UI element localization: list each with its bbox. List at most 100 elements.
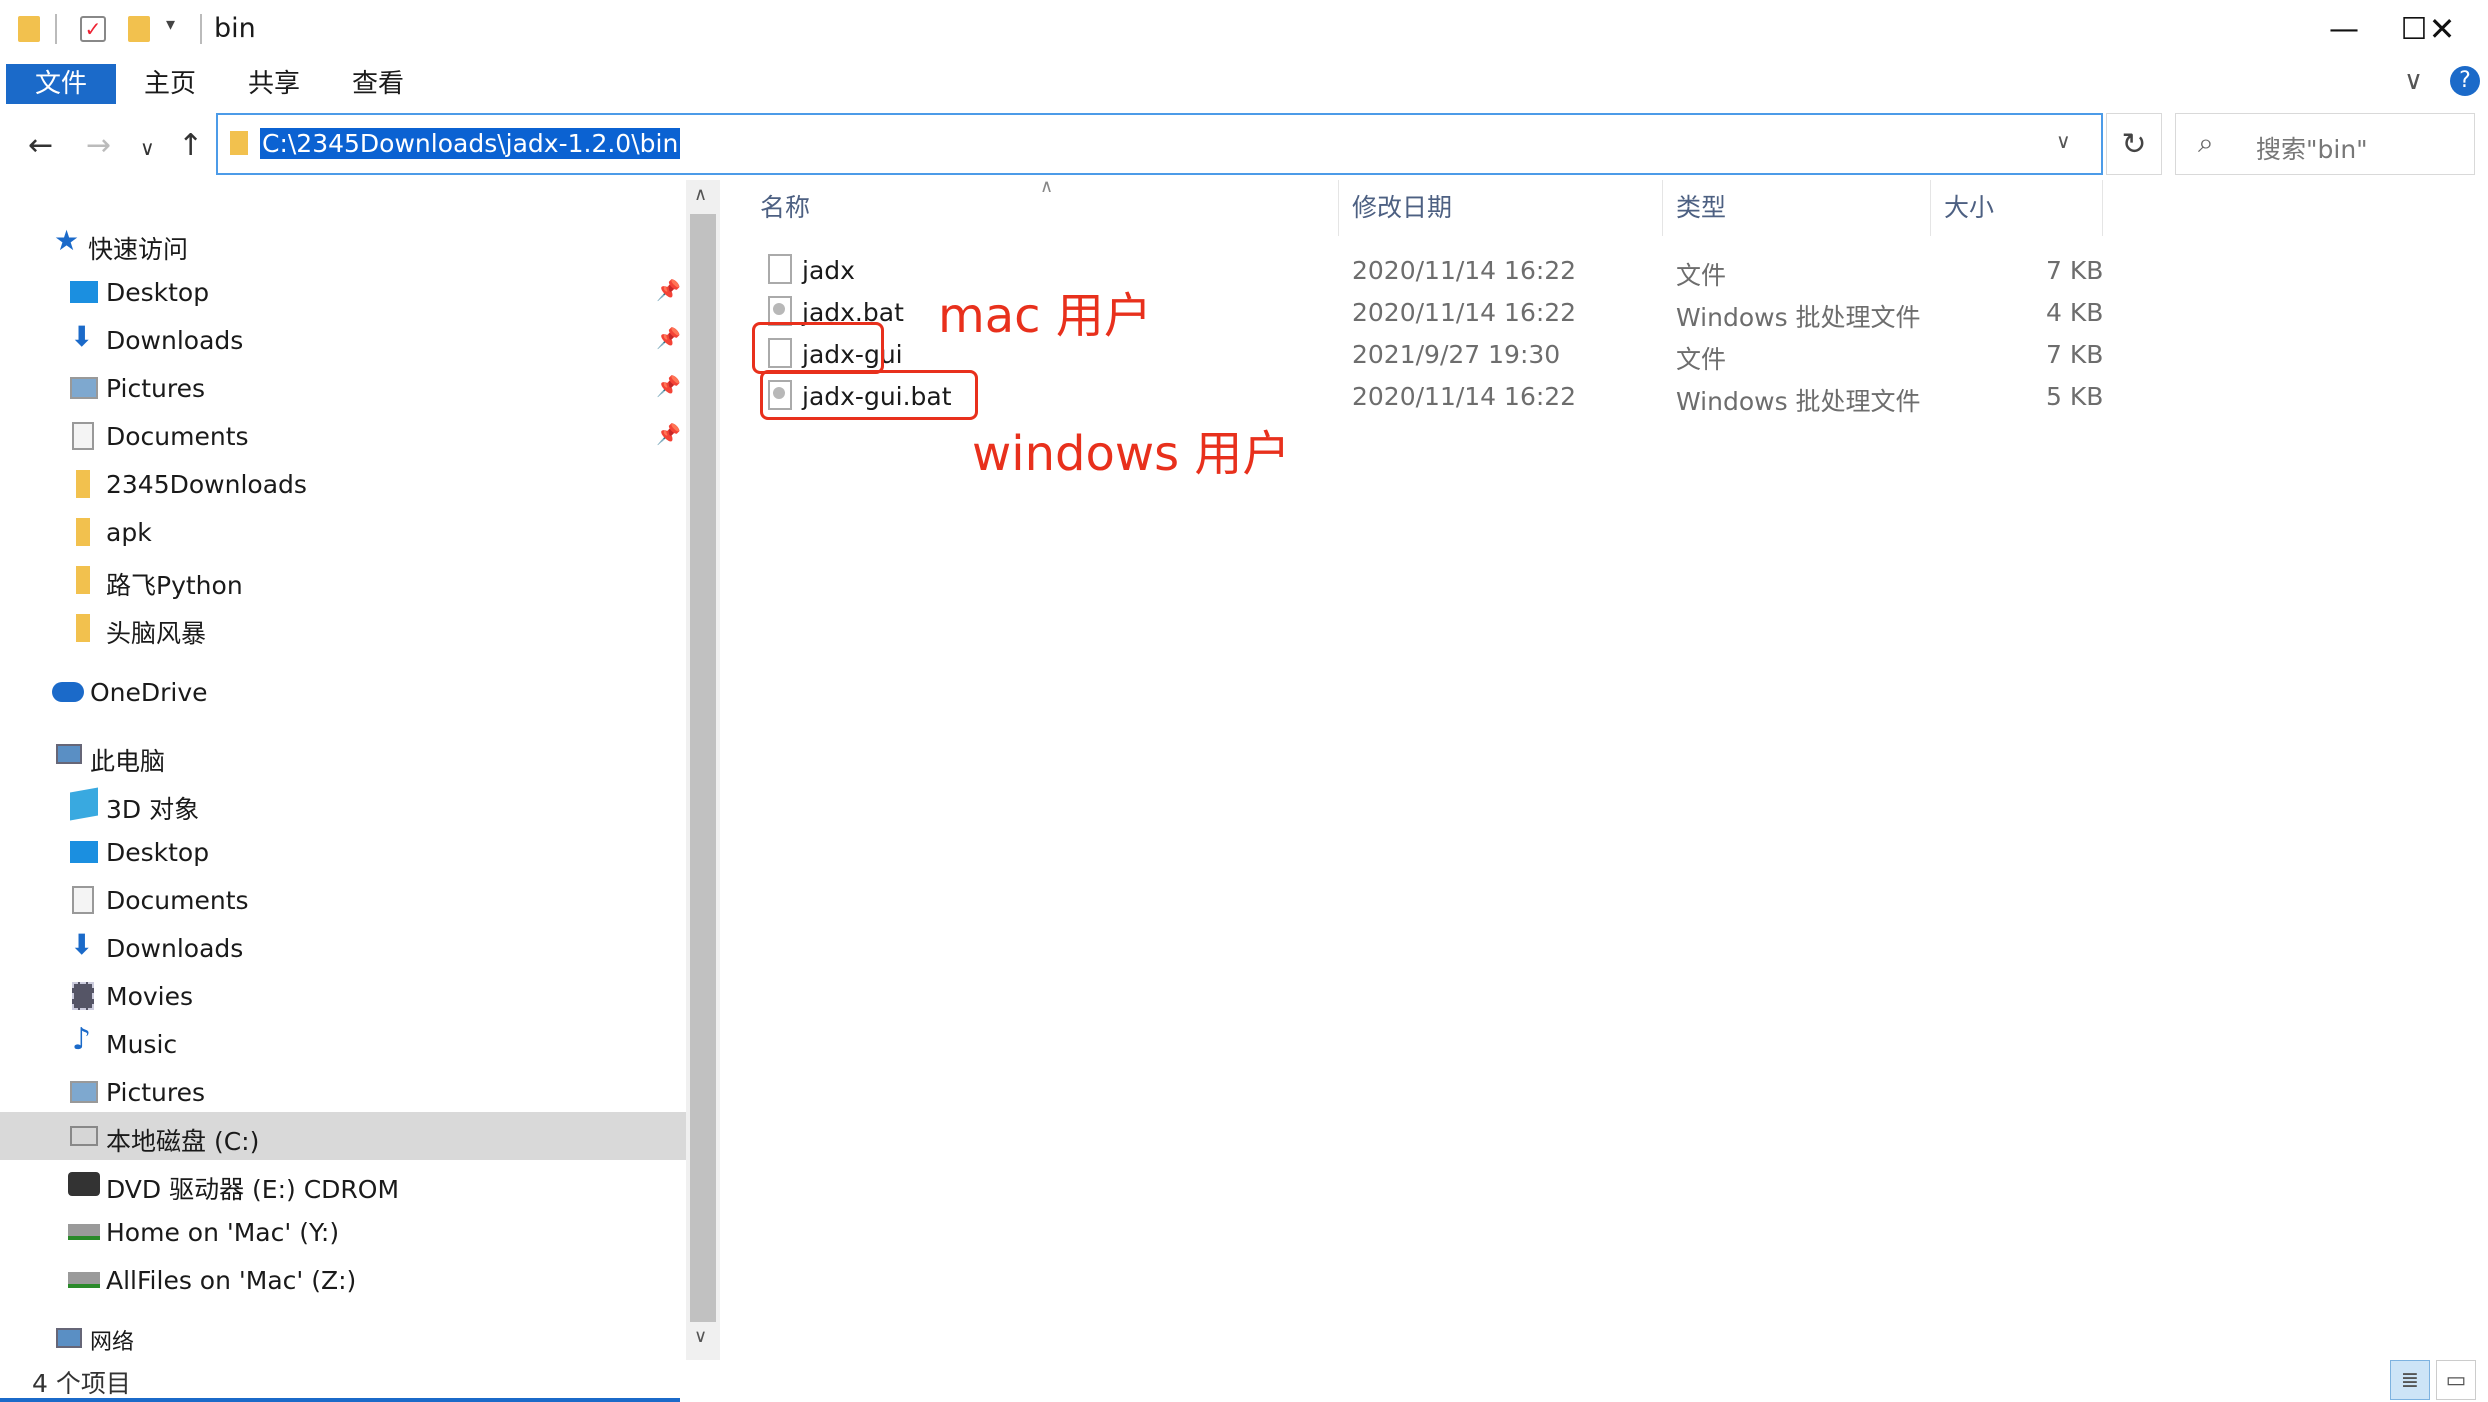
column-divider[interactable] bbox=[1338, 180, 1339, 236]
item-count: 4 个项目 bbox=[32, 1369, 131, 1398]
sidebar-item-home-mac[interactable]: Home on 'Mac' (Y:) bbox=[0, 1208, 686, 1256]
close-button[interactable]: ✕ bbox=[2396, 0, 2488, 58]
sidebar-item-downloads[interactable]: ⬇ Downloads 📌 bbox=[0, 316, 686, 364]
customize-toolbar-icon[interactable]: ▾ bbox=[166, 14, 175, 35]
sidebar-item-movies[interactable]: Movies bbox=[0, 972, 686, 1020]
column-header-modified[interactable]: 修改日期 bbox=[1352, 188, 1452, 224]
sidebar-network[interactable]: 网络 bbox=[0, 1318, 686, 1360]
scroll-down-icon[interactable]: ∨ bbox=[694, 1326, 707, 1347]
download-arrow-icon: ⬇ bbox=[70, 320, 94, 353]
file-modified: 2020/11/14 16:22 bbox=[1352, 382, 1577, 411]
search-icon: ⌕ bbox=[2198, 126, 2214, 159]
desktop-icon bbox=[70, 841, 98, 863]
sidebar-item-allfiles-mac[interactable]: AllFiles on 'Mac' (Z:) bbox=[0, 1256, 686, 1304]
sidebar-item-brainstorm[interactable]: 头脑风暴 bbox=[0, 604, 686, 652]
scroll-up-icon[interactable]: ∧ bbox=[694, 184, 707, 205]
table-row[interactable]: jadx-gui 2021/9/27 19:30 文件 7 KB bbox=[720, 332, 2120, 374]
content-scrollbar[interactable] bbox=[2460, 180, 2488, 1360]
address-path[interactable]: C:\2345Downloads\jadx-1.2.0\bin bbox=[260, 128, 681, 159]
large-icons-view-button[interactable]: ▭ bbox=[2436, 1360, 2476, 1400]
sidebar-this-pc[interactable]: 此电脑 bbox=[0, 732, 686, 780]
minimize-button[interactable]: — bbox=[2298, 0, 2390, 58]
cloud-icon bbox=[52, 682, 84, 702]
sidebar-item-label: Pictures bbox=[106, 374, 205, 403]
sidebar-item-local-disk-c[interactable]: 本地磁盘 (C:) bbox=[0, 1112, 686, 1160]
back-button[interactable]: ← bbox=[28, 128, 53, 163]
sidebar-item-label: 3D 对象 bbox=[106, 795, 200, 824]
file-type: Windows 批处理文件 bbox=[1676, 303, 1921, 332]
folder-icon bbox=[18, 16, 40, 42]
search-input[interactable]: 搜索"bin" bbox=[2256, 130, 2368, 166]
desktop-icon bbox=[70, 281, 98, 303]
sidebar-item-label: Documents bbox=[106, 886, 249, 915]
column-header-size[interactable]: 大小 bbox=[1944, 188, 1994, 224]
sidebar-item-label: Desktop bbox=[106, 278, 210, 307]
pictures-icon bbox=[70, 377, 98, 399]
sidebar-item-desktop[interactable]: Desktop 📌 bbox=[0, 268, 686, 316]
sort-indicator-icon: ∧ bbox=[1040, 176, 1054, 197]
search-box[interactable]: ⌕ 搜索"bin" bbox=[2175, 113, 2475, 175]
sidebar-item-label: 路飞Python bbox=[106, 571, 243, 600]
sidebar-item-pc-downloads[interactable]: ⬇ Downloads bbox=[0, 924, 686, 972]
window-title: bin bbox=[214, 13, 256, 44]
folder-icon bbox=[230, 131, 248, 155]
sidebar-quick-access[interactable]: ★ 快速访问 bbox=[0, 220, 686, 268]
file-size: 7 KB bbox=[2046, 340, 2104, 369]
sidebar-item-pc-pictures[interactable]: Pictures bbox=[0, 1068, 686, 1116]
sidebar-item-lufei-python[interactable]: 路飞Python bbox=[0, 556, 686, 604]
pin-icon: 📌 bbox=[656, 278, 681, 302]
pictures-icon bbox=[70, 1081, 98, 1103]
tab-view[interactable]: 查看 bbox=[326, 64, 430, 104]
network-drive-icon bbox=[68, 1224, 100, 1240]
sidebar-item-label: 2345Downloads bbox=[106, 470, 307, 499]
new-folder-icon[interactable] bbox=[128, 16, 150, 42]
tab-home[interactable]: 主页 bbox=[118, 64, 222, 104]
column-divider[interactable] bbox=[1662, 180, 1663, 236]
sidebar-item-pc-documents[interactable]: Documents bbox=[0, 876, 686, 924]
sidebar-item-3d-objects[interactable]: 3D 对象 bbox=[0, 780, 686, 828]
forward-button[interactable]: → bbox=[86, 128, 111, 163]
sidebar-item-documents[interactable]: Documents 📌 bbox=[0, 412, 686, 460]
sidebar-item-2345downloads[interactable]: 2345Downloads bbox=[0, 460, 686, 508]
expand-ribbon-icon[interactable]: ∨ bbox=[2404, 66, 2423, 96]
sidebar-item-label: apk bbox=[106, 518, 152, 547]
table-row[interactable]: jadx 2020/11/14 16:22 文件 7 KB bbox=[720, 248, 2120, 290]
address-dropdown-icon[interactable]: ∨ bbox=[2056, 129, 2071, 153]
sidebar-item-label: 网络 bbox=[90, 1330, 135, 1355]
table-row[interactable]: jadx.bat 2020/11/14 16:22 Windows 批处理文件 … bbox=[720, 290, 2120, 332]
refresh-button[interactable]: ↻ bbox=[2106, 113, 2162, 175]
sidebar-onedrive[interactable]: OneDrive bbox=[0, 668, 686, 716]
column-header-name[interactable]: 名称 bbox=[760, 188, 810, 224]
sidebar-item-label: Documents bbox=[106, 422, 249, 451]
up-button[interactable]: ↑ bbox=[178, 128, 203, 163]
properties-icon[interactable]: ✓ bbox=[80, 16, 106, 42]
star-icon: ★ bbox=[54, 224, 80, 257]
annotation-windows: windows 用户 bbox=[972, 426, 1291, 482]
file-name: jadx bbox=[802, 256, 855, 285]
sidebar-item-label: Desktop bbox=[106, 838, 210, 867]
sidebar-item-label: 本地磁盘 (C:) bbox=[106, 1127, 260, 1156]
details-view-button[interactable]: ≣ bbox=[2390, 1360, 2430, 1400]
cube-icon bbox=[70, 787, 98, 821]
help-button[interactable]: ? bbox=[2450, 66, 2480, 96]
tab-share[interactable]: 共享 bbox=[222, 64, 326, 104]
pin-icon: 📌 bbox=[656, 422, 681, 446]
sidebar-scrollbar[interactable]: ∧ ∨ bbox=[686, 180, 720, 1360]
file-size: 4 KB bbox=[2046, 298, 2104, 327]
address-bar[interactable]: C:\2345Downloads\jadx-1.2.0\bin ∨ bbox=[216, 113, 2103, 175]
sidebar-item-pictures[interactable]: Pictures 📌 bbox=[0, 364, 686, 412]
column-header-type[interactable]: 类型 bbox=[1676, 188, 1726, 224]
sidebar-item-pc-desktop[interactable]: Desktop bbox=[0, 828, 686, 876]
sidebar-item-music[interactable]: ♪ Music bbox=[0, 1020, 686, 1068]
sidebar-item-dvd-drive[interactable]: DVD 驱动器 (E:) CDROM bbox=[0, 1160, 686, 1208]
scrollbar-thumb[interactable] bbox=[690, 214, 716, 1322]
column-divider[interactable] bbox=[1930, 180, 1931, 236]
computer-icon bbox=[56, 744, 82, 764]
tab-file[interactable]: 文件 bbox=[6, 64, 116, 104]
sidebar-item-label: 此电脑 bbox=[90, 747, 166, 776]
column-divider[interactable] bbox=[2102, 180, 2103, 236]
folder-icon bbox=[76, 518, 90, 546]
window-edge bbox=[0, 1398, 680, 1402]
recent-locations-button[interactable]: ∨ bbox=[140, 136, 155, 160]
sidebar-item-apk[interactable]: apk bbox=[0, 508, 686, 556]
